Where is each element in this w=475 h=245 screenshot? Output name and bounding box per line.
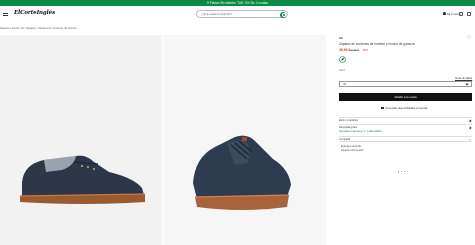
heart-icon[interactable]	[459, 12, 463, 16]
carousel-dot[interactable]	[403, 170, 406, 172]
breadcrumb[interactable]: Zapatos Hombre Xti / Zapatos / Zapatos d…	[0, 27, 77, 30]
share-icon[interactable]: <	[469, 138, 471, 142]
shoe-side-image	[19, 155, 146, 204]
cart-icon[interactable]	[467, 12, 471, 16]
accordion-sub: Recogida en tienda en 2 - 3 días hábiles	[339, 130, 382, 134]
header: ElCorteInglés ¿Qué estás buscando? Mi Cu…	[0, 6, 475, 22]
color-label: Azul	[339, 68, 345, 72]
accordion-shipping[interactable]: Envío y cambios	[339, 117, 472, 123]
product-title: Zapatos de cordones de hombre y mucho de…	[339, 42, 415, 46]
wishlist-heart-icon[interactable]: ♡	[467, 36, 471, 41]
store-icon	[381, 106, 384, 110]
image-carousel-dots[interactable]	[398, 159, 410, 177]
size-select[interactable]: 44	[339, 81, 472, 87]
product-price: 39,90 €	[339, 48, 351, 52]
search-placeholder: ¿Qué estás buscando?	[201, 12, 233, 17]
eco-icon[interactable]	[339, 56, 346, 63]
availability-label: Consultar disponibilidad en tienda	[385, 106, 428, 110]
delivery-line: Entrega a domicilio	[341, 145, 362, 148]
accordion-share[interactable]: Compartir <	[339, 136, 472, 142]
menu-icon[interactable]	[3, 13, 8, 16]
size-guide-link[interactable]: Guía de tallas	[455, 76, 472, 80]
accordion-label: Compartir	[339, 138, 351, 142]
discount-badge: -20%	[362, 48, 369, 52]
product-image-2[interactable]	[163, 35, 326, 245]
store-availability-link[interactable]: Consultar disponibilidad en tienda	[381, 106, 427, 110]
delivery-line: Llegará el 18 de abril	[341, 149, 364, 152]
chevron-right-icon	[468, 119, 472, 123]
carousel-dot[interactable]	[406, 170, 409, 172]
accordion-label: Envío y cambios	[339, 119, 359, 123]
carousel-dot[interactable]	[398, 170, 400, 172]
user-icon	[443, 12, 446, 16]
add-to-cart-button[interactable]: Añadir a la cesta	[339, 93, 472, 101]
size-select-value: 44	[343, 82, 347, 86]
product-image-1[interactable]	[0, 35, 162, 245]
logo[interactable]: ElCorteInglés	[14, 10, 55, 16]
old-price: 49,95 €	[350, 48, 359, 52]
shoe-angle-image	[193, 135, 291, 210]
accordion-pickup[interactable]: Recogida gratis Recogida en tienda en 2 …	[339, 124, 472, 133]
chevron-down-icon	[465, 82, 469, 86]
search-icon[interactable]	[280, 11, 287, 18]
accordion-label: Recogida gratis	[339, 126, 358, 130]
product-brand[interactable]: Xti	[339, 36, 343, 40]
search-input[interactable]: ¿Qué estás buscando?	[196, 10, 288, 18]
carousel-dot[interactable]	[400, 170, 403, 172]
